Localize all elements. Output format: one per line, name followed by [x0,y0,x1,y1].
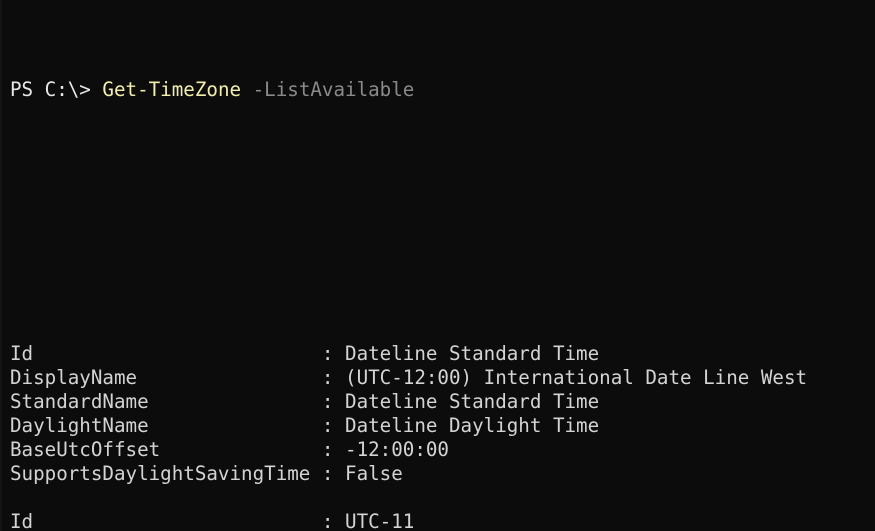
terminal-screen[interactable]: PS C:\> Get-TimeZone -ListAvailable Id :… [10,6,875,531]
property-value: Dateline Daylight Time [345,414,600,437]
property-key: Id [10,342,311,365]
prompt-line[interactable]: PS C:\> Get-TimeZone -ListAvailable [10,78,875,102]
property-separator: : [310,462,346,485]
property-value: (UTC-12:00) International Date Line West [345,366,808,389]
property-line: Id : Dateline Standard Time [10,342,875,366]
window-left-border [0,0,2,531]
property-separator: : [310,414,346,437]
property-key: BaseUtcOffset [10,438,311,461]
property-key: Id [10,510,311,531]
property-line: SupportsDaylightSavingTime : False [10,462,875,486]
timezone-record: Id : Dateline Standard Time DisplayName :… [10,342,875,486]
property-key: DaylightName [10,414,311,437]
prompt-prefix: PS C:\> [10,78,103,101]
property-separator: : [310,390,346,413]
property-separator: : [310,366,346,389]
command-parameter: -ListAvailable [252,78,415,101]
property-value: UTC-11 [345,510,415,531]
property-line: DaylightName : Dateline Daylight Time [10,414,875,438]
powershell-terminal[interactable]: PS C:\> Get-TimeZone -ListAvailable Id :… [0,0,875,531]
property-key: DisplayName [10,366,311,389]
property-line: StandardName : Dateline Standard Time [10,390,875,414]
property-value: Dateline Standard Time [345,342,600,365]
command-space [241,78,253,101]
property-key: StandardName [10,390,311,413]
property-value: False [345,462,403,485]
property-separator: : [310,342,346,365]
property-value: Dateline Standard Time [345,390,600,413]
property-separator: : [310,510,346,531]
timezone-record: Id : UTC-11DisplayName : (UTC-11:00) Coo… [10,510,875,531]
property-line: BaseUtcOffset : -12:00:00 [10,438,875,462]
property-separator: : [310,438,346,461]
property-value: -12:00:00 [345,438,449,461]
command-name: Get-TimeZone [102,78,242,101]
property-line: DisplayName : (UTC-12:00) International … [10,366,875,390]
property-key: SupportsDaylightSavingTime [10,462,311,485]
timezone-record-list: Id : Dateline Standard Time DisplayName :… [10,342,875,531]
property-line: Id : UTC-11 [10,510,875,531]
